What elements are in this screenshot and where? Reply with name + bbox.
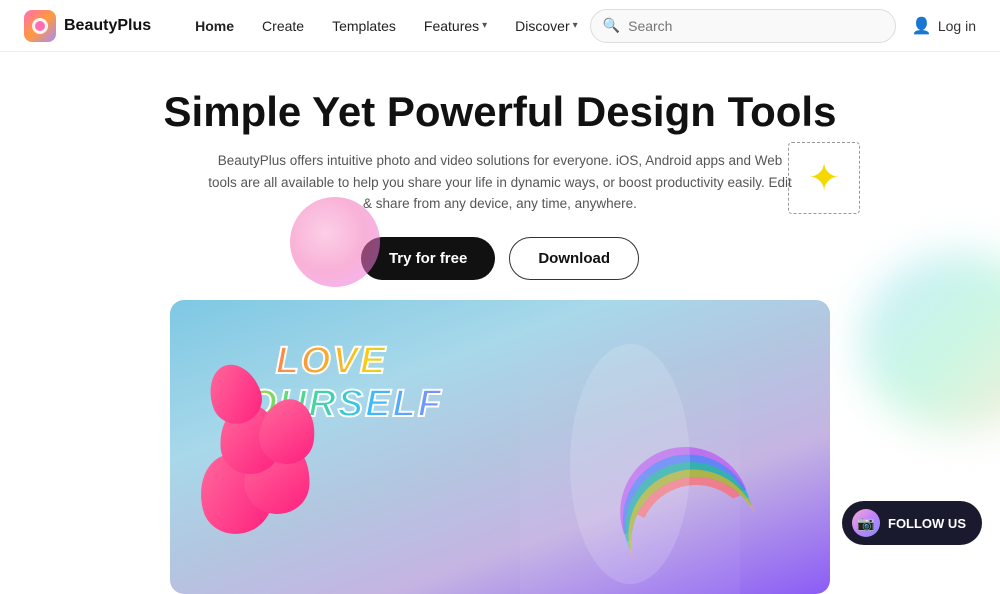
hero-image-bg: LOVE YOURSELF (170, 300, 830, 594)
hero-buttons: Try for free Download (20, 237, 980, 280)
nav-link-home[interactable]: Home (183, 12, 246, 40)
main-content: Simple Yet Powerful Design Tools BeautyP… (0, 52, 1000, 594)
user-icon: 👤 (912, 16, 932, 36)
download-button[interactable]: Download (509, 237, 639, 280)
logo-icon (24, 10, 56, 42)
search-input[interactable] (628, 18, 883, 34)
nav-link-templates[interactable]: Templates (320, 12, 408, 40)
search-bar[interactable]: 🔍 (590, 9, 896, 43)
navbar: BeautyPlus Home Create Templates Feature… (0, 0, 1000, 52)
search-icon: 🔍 (603, 17, 620, 34)
love-text: LOVE (220, 340, 443, 383)
nav-link-discover[interactable]: Discover ▾ (503, 12, 590, 40)
logo[interactable]: BeautyPlus (24, 10, 151, 42)
chevron-down-icon: ▾ (482, 20, 487, 31)
nav-links: Home Create Templates Features ▾ Discove… (183, 12, 590, 40)
try-for-free-button[interactable]: Try for free (361, 237, 495, 280)
follow-us-button[interactable]: 📷 FOLLOW US (842, 501, 982, 545)
hero-person (520, 324, 740, 594)
instagram-icon: 📷 (852, 509, 880, 537)
hero-subtitle: BeautyPlus offers intuitive photo and vi… (205, 150, 795, 215)
hero-image: LOVE YOURSELF (170, 300, 830, 594)
hero-title: Simple Yet Powerful Design Tools (20, 88, 980, 136)
decorative-circle (290, 197, 380, 287)
star-icon: ✦ (808, 156, 840, 201)
login-button[interactable]: 👤 Log in (912, 16, 976, 36)
chevron-down-icon: ▾ (573, 20, 578, 31)
nav-link-features[interactable]: Features ▾ (412, 12, 499, 40)
nav-link-create[interactable]: Create (250, 12, 316, 40)
decorative-star: ✦ (788, 142, 860, 214)
logo-text: BeautyPlus (64, 17, 151, 35)
